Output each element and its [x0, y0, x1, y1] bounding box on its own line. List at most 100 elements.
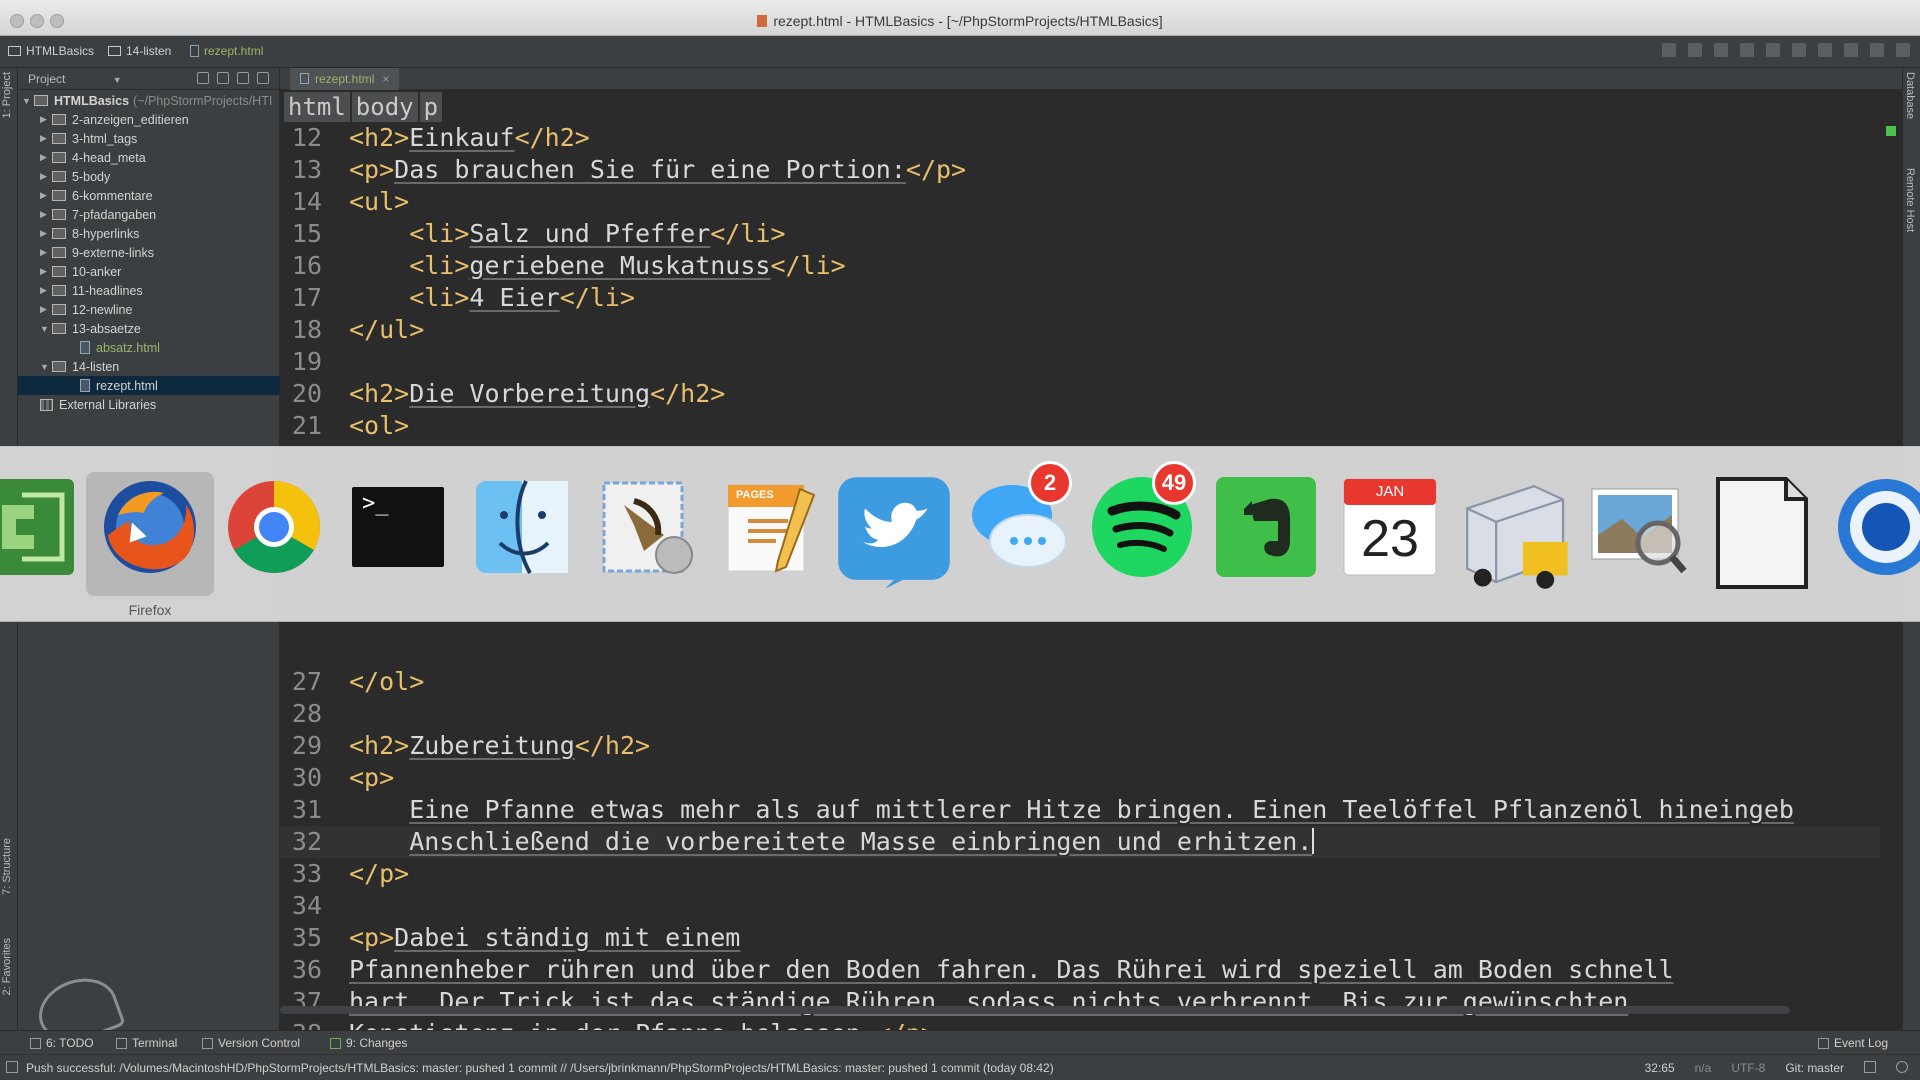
code-text[interactable]: </ol> — [349, 666, 424, 698]
scroll-from-source-icon[interactable] — [197, 72, 209, 84]
event-log-tool-button[interactable]: Event Log — [1817, 1036, 1888, 1050]
collapsed-arrow-icon[interactable]: ▶ — [40, 304, 52, 315]
finder-app-icon[interactable] — [470, 475, 574, 579]
git-branch[interactable]: Git: master — [1785, 1061, 1844, 1075]
tool-windows-toggle-icon[interactable] — [6, 1061, 18, 1073]
tree-folder[interactable]: ▶ 3-html_tags — [40, 129, 137, 148]
line-number[interactable]: 17 — [280, 282, 322, 314]
file-encoding[interactable]: UTF-8 — [1731, 1061, 1765, 1075]
code-text[interactable]: </p> — [349, 858, 409, 890]
code-text[interactable]: <p>Das brauchen Sie für eine Portion:</p… — [349, 154, 966, 186]
line-number[interactable]: 31 — [280, 794, 322, 826]
code-line[interactable]: 20 <h2>Die Vorbereitung</h2> — [280, 378, 1880, 410]
code-line[interactable]: 15 <li>Salz und Pfeffer</li> — [280, 218, 1880, 250]
collapsed-arrow-icon[interactable]: ▶ — [40, 152, 52, 163]
tree-file-selected[interactable]: rezept.html — [18, 376, 280, 395]
line-number[interactable]: 28 — [280, 698, 322, 730]
code-line[interactable]: 30 <p> — [280, 762, 1880, 794]
line-number[interactable]: 14 — [280, 186, 322, 218]
collapsed-arrow-icon[interactable]: ▶ — [40, 247, 52, 258]
code-line[interactable]: 35 <p>Dabei ständig mit einem — [280, 922, 1880, 954]
breadcrumb-file[interactable]: rezept.html — [190, 44, 263, 58]
collapse-all-icon[interactable] — [217, 72, 229, 84]
breadcrumb-project[interactable]: HTMLBasics — [8, 44, 94, 58]
history-icon[interactable] — [1844, 43, 1858, 57]
line-number[interactable]: 21 — [280, 410, 322, 442]
run-config-dropdown-icon[interactable] — [1662, 43, 1676, 57]
todo-tool-button[interactable]: 6: TODO — [30, 1036, 94, 1050]
pages-app-icon[interactable]: PAGES — [718, 475, 822, 579]
line-number[interactable]: 13 — [280, 154, 322, 186]
line-separator-indicator[interactable]: n/a — [1695, 1061, 1712, 1075]
tree-folder[interactable]: ▶ 7-pfadangaben — [40, 205, 156, 224]
breadcrumb-folder[interactable]: 14-listen — [108, 44, 171, 58]
twitter-app-icon[interactable] — [836, 475, 950, 589]
line-number[interactable]: 35 — [280, 922, 322, 954]
coverage-icon[interactable] — [1740, 43, 1754, 57]
tag-crumb-html[interactable]: html — [284, 92, 350, 122]
line-number[interactable]: 29 — [280, 730, 322, 762]
code-line[interactable]: 14 <ul> — [280, 186, 1880, 218]
horizontal-scrollbar[interactable] — [280, 1006, 1790, 1014]
code-line[interactable]: 32 Anschließend die vorbereitete Masse e… — [280, 826, 1880, 858]
calendar-app-icon[interactable]: JAN 23 — [1338, 475, 1442, 579]
messages-app-icon[interactable]: 2 — [966, 461, 1072, 579]
mail-app-icon[interactable] — [594, 475, 698, 579]
collapsed-arrow-icon[interactable]: ▶ — [40, 190, 52, 201]
tree-folder[interactable]: ▶ 12-newline — [40, 300, 132, 319]
preview-app-icon[interactable] — [1586, 475, 1690, 579]
code-text[interactable]: <h2>Einkauf</h2> — [349, 122, 590, 154]
code-text[interactable]: <li>geriebene Muskatnuss</li> — [349, 250, 846, 282]
favorites-tool-button[interactable]: 2: Favorites — [1, 938, 13, 995]
tree-folder[interactable]: ▶ 5-body — [40, 167, 110, 186]
vcs-update-icon[interactable] — [1792, 43, 1806, 57]
project-tool-button[interactable]: 1: Project — [1, 72, 13, 118]
code-line[interactable]: 21 <ol> — [280, 410, 1880, 442]
expanded-arrow-icon[interactable]: ▼ — [40, 324, 52, 334]
line-number[interactable]: 30 — [280, 762, 322, 794]
status-message[interactable]: Push successful: /Volumes/MacintoshHD/Ph… — [26, 1061, 1054, 1075]
version-control-tool-button[interactable]: Version Control — [202, 1036, 300, 1050]
tree-root[interactable]: ▼ HTMLBasics (~/PhpStormProjects/HTI — [22, 91, 280, 110]
code-line[interactable]: 29 <h2>Zubereitung</h2> — [280, 730, 1880, 762]
spotify-app-icon[interactable]: 49 — [1090, 461, 1196, 579]
stop-icon[interactable] — [1766, 43, 1780, 57]
code-text[interactable]: <h2>Die Vorbereitung</h2> — [349, 378, 725, 410]
tab-rezept-html[interactable]: rezept.html × — [290, 68, 400, 90]
code-line[interactable]: 34 — [280, 890, 1880, 922]
inspector-icon[interactable] — [1896, 1061, 1908, 1073]
code-line[interactable]: 28 — [280, 698, 1880, 730]
tree-folder[interactable]: ▶ 4-head_meta — [40, 148, 146, 167]
tree-folder[interactable]: ▼ 14-listen — [40, 357, 119, 376]
hide-panel-icon[interactable] — [257, 72, 269, 84]
line-number[interactable]: 32 — [280, 826, 322, 858]
structure-tool-button[interactable]: 7: Structure — [1, 838, 13, 895]
safari-app-icon[interactable] — [1834, 475, 1920, 579]
code-line[interactable]: 31 Eine Pfanne etwas mehr als auf mittle… — [280, 794, 1880, 826]
code-line[interactable]: 12 <h2>Einkauf</h2> — [280, 122, 1880, 154]
code-text[interactable]: <ol> — [349, 410, 409, 442]
collapsed-arrow-icon[interactable]: ▶ — [40, 209, 52, 220]
line-number[interactable]: 34 — [280, 890, 322, 922]
terminal-tool-button[interactable]: Terminal — [116, 1036, 177, 1050]
code-line[interactable]: 27 </ol> — [280, 666, 1880, 698]
remote-host-tool-button[interactable]: Remote Host — [1904, 168, 1916, 232]
revert-icon[interactable] — [1870, 43, 1884, 57]
line-number[interactable]: 12 — [280, 122, 322, 154]
line-number[interactable]: 20 — [280, 378, 322, 410]
code-text[interactable]: Pfannenheber rühren und über den Boden f… — [349, 954, 1674, 986]
tag-crumb-p[interactable]: p — [419, 92, 443, 122]
run-icon[interactable] — [1688, 43, 1702, 57]
tree-folder[interactable]: ▶ 11-headlines — [40, 281, 143, 300]
evernote-app-icon[interactable] — [1214, 475, 1318, 579]
lock-icon[interactable] — [1864, 1061, 1876, 1073]
code-line[interactable]: 19 — [280, 346, 1880, 378]
chevron-down-icon[interactable]: ▼ — [113, 75, 122, 85]
close-tab-icon[interactable]: × — [382, 72, 389, 86]
vcs-commit-icon[interactable] — [1818, 43, 1832, 57]
collapsed-arrow-icon[interactable]: ▶ — [40, 114, 52, 125]
terminal-app-icon[interactable]: >_ — [346, 475, 450, 579]
line-number[interactable]: 33 — [280, 858, 322, 890]
line-number[interactable]: 27 — [280, 666, 322, 698]
code-text[interactable]: Eine Pfanne etwas mehr als auf mittlerer… — [349, 794, 1794, 826]
